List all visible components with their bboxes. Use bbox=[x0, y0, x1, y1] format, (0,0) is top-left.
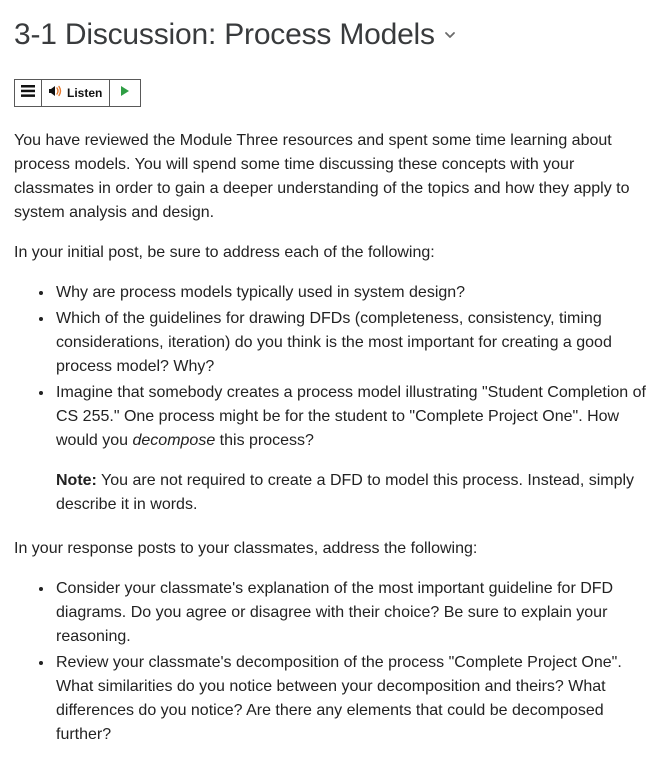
list-item: Review your classmate's decomposition of… bbox=[54, 651, 647, 747]
list-item: Which of the guidelines for drawing DFDs… bbox=[54, 307, 647, 379]
list-item: Consider your classmate's explanation of… bbox=[54, 577, 647, 649]
initial-post-list: Why are process models typically used in… bbox=[14, 281, 647, 517]
response-list: Consider your classmate's explanation of… bbox=[14, 577, 647, 747]
play-button[interactable] bbox=[110, 80, 140, 106]
initial-post-prompt: In your initial post, be sure to address… bbox=[14, 241, 647, 265]
listen-toolbar: Listen bbox=[14, 79, 141, 107]
bullet-text: this process? bbox=[215, 432, 314, 449]
note-paragraph: Note: You are not required to create a D… bbox=[56, 469, 647, 517]
play-icon bbox=[120, 83, 130, 103]
list-item: Why are process models typically used in… bbox=[54, 281, 647, 305]
listen-button[interactable]: Listen bbox=[42, 80, 110, 106]
menu-icon bbox=[21, 83, 35, 103]
response-prompt: In your response posts to your classmate… bbox=[14, 537, 647, 561]
emphasized-word: decompose bbox=[133, 432, 216, 449]
listen-label: Listen bbox=[67, 84, 102, 102]
menu-button[interactable] bbox=[15, 80, 42, 106]
page-title: 3-1 Discussion: Process Models bbox=[14, 12, 435, 57]
note-label: Note: bbox=[56, 472, 97, 489]
chevron-down-icon[interactable] bbox=[443, 28, 457, 42]
intro-paragraph: You have reviewed the Module Three resou… bbox=[14, 129, 647, 225]
note-text: You are not required to create a DFD to … bbox=[56, 472, 634, 513]
list-item: Imagine that somebody creates a process … bbox=[54, 381, 647, 517]
speaker-icon bbox=[49, 84, 63, 102]
